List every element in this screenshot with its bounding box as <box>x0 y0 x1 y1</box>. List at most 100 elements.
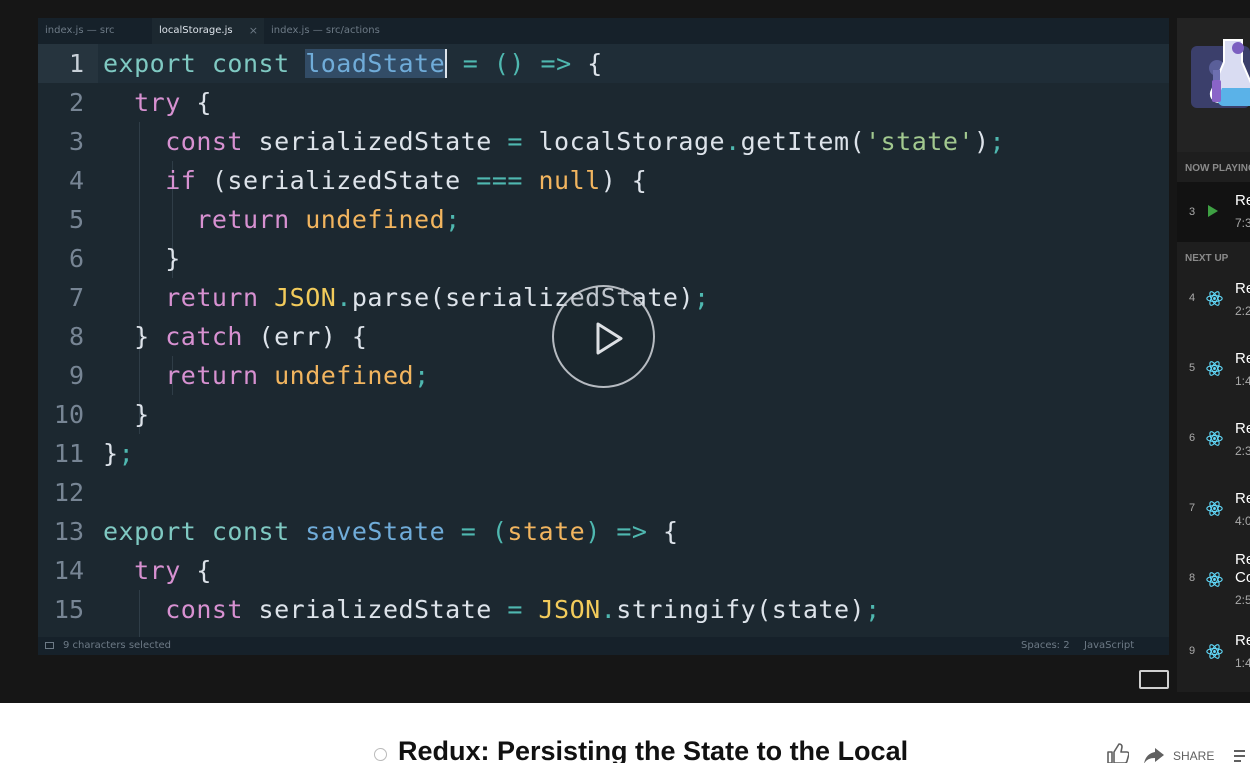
close-icon[interactable]: × <box>249 18 258 44</box>
play-button[interactable] <box>552 285 655 388</box>
line-number: 13 <box>53 517 84 546</box>
playlist-thumbnail[interactable] <box>1177 18 1250 152</box>
code-text: const serializedState = JSON.stringify(s… <box>165 595 881 624</box>
item-duration: 2:3 <box>1235 444 1250 458</box>
line-number: 14 <box>53 556 84 585</box>
playlist-item[interactable]: 9 Re 1:4 <box>1177 624 1250 692</box>
grammar-status[interactable]: JavaScript (Babel) <box>1084 637 1169 655</box>
code-text: return undefined; <box>165 361 430 390</box>
line-number: 10 <box>53 400 84 429</box>
flask-illustration-icon <box>1191 39 1250 108</box>
line-number: 15 <box>53 595 84 624</box>
item-title-line2: Co <box>1235 569 1250 586</box>
code-line: 4 if (serializedState === null) { <box>38 161 1169 200</box>
item-title: Re <box>1235 280 1250 297</box>
editor-tab-bar: index.js — src localStorage.js × index.js… <box>38 18 1169 44</box>
code-line: 10 } <box>38 395 1169 434</box>
code-text: }; <box>103 439 135 468</box>
line-number: 7 <box>68 283 84 312</box>
playlist-item[interactable]: 8 Re Co 2:5 <box>1177 550 1250 624</box>
share-button[interactable]: SHARE <box>1173 749 1214 763</box>
code-line: 5 return undefined; <box>38 200 1169 239</box>
item-title: Re <box>1235 420 1250 437</box>
item-title: Re <box>1235 632 1250 649</box>
tab-index-src[interactable]: index.js — src <box>38 18 152 44</box>
code-text: const serializedState = localStorage.get… <box>165 127 1006 156</box>
line-number: 4 <box>68 166 84 195</box>
code-text: } catch (err) { <box>103 322 368 351</box>
item-number: 5 <box>1189 362 1196 374</box>
item-title: Re <box>1235 551 1250 568</box>
next-up-label: NEXT UP <box>1185 253 1229 264</box>
code-line: 11}; <box>38 434 1169 473</box>
tab-label: localStorage.js <box>159 25 233 36</box>
react-logo-icon <box>1206 501 1223 516</box>
code-line: 3 const serializedState = localStorage.g… <box>38 122 1169 161</box>
line-number: 5 <box>68 205 84 234</box>
code-text: } <box>103 400 150 429</box>
line-number: 6 <box>68 244 84 273</box>
code-line: 15 const serializedState = JSON.stringif… <box>38 590 1169 629</box>
code-text: export const loadState = () => { <box>103 49 603 78</box>
react-logo-icon <box>1206 291 1223 306</box>
now-playing-item[interactable]: 3 Re 7:3 <box>1177 182 1250 242</box>
complete-radio[interactable] <box>374 748 387 761</box>
code-text: try { <box>134 88 212 117</box>
code-text: } <box>103 244 181 273</box>
line-number: 3 <box>68 127 84 156</box>
selection-status: 9 characters selected <box>63 640 172 651</box>
item-title: Re <box>1235 350 1250 367</box>
line-number: 2 <box>68 88 84 117</box>
line-number: 11 <box>53 439 84 468</box>
tab-index-actions[interactable]: index.js — src/actions <box>264 18 414 44</box>
theater-mode-button[interactable] <box>1139 670 1169 689</box>
playlist-item[interactable]: 7 Re 4:0 <box>1177 480 1250 548</box>
code-text: export const saveState = (state) => { <box>103 517 679 546</box>
code-text: return undefined; <box>196 205 461 234</box>
react-logo-icon <box>1206 572 1223 587</box>
code-line: 12 <box>38 473 1169 512</box>
playlist-panel: NOW PLAYING 3 Re 7:3 NEXT UP 4 Re 2:2 5 … <box>1177 18 1250 692</box>
item-number: 6 <box>1189 432 1196 444</box>
code-text: if (serializedState === null) { <box>165 166 648 195</box>
tab-label: index.js — src/actions <box>271 25 380 36</box>
item-number: 8 <box>1189 572 1196 584</box>
code-line: 14 try { <box>38 551 1169 590</box>
code-line: 6 } <box>38 239 1169 278</box>
item-duration: 1:4 <box>1235 374 1250 388</box>
react-logo-icon <box>1206 361 1223 376</box>
code-text: try { <box>134 556 212 585</box>
video-title: Redux: Persisting the State to the Local <box>398 736 909 763</box>
line-number: 12 <box>53 478 84 507</box>
indent-status[interactable]: Spaces: 2 <box>1021 637 1070 655</box>
item-number: 3 <box>1189 206 1196 218</box>
line-number: 9 <box>68 361 84 390</box>
playlist-add-icon[interactable] <box>1234 749 1250 763</box>
editor-status-bar: 9 characters selected Spaces: 2 JavaScri… <box>38 637 1169 655</box>
video-info-bar: Redux: Persisting the State to the Local… <box>0 703 1250 763</box>
thumbs-up-icon[interactable] <box>1107 743 1129 763</box>
tab-label: index.js — src <box>45 25 115 36</box>
line-number: 8 <box>68 322 84 351</box>
tab-localstorage[interactable]: localStorage.js × <box>152 18 264 44</box>
item-number: 9 <box>1189 645 1196 657</box>
playlist-item[interactable]: 5 Re 1:4 <box>1177 340 1250 408</box>
code-line: 2 try { <box>38 83 1169 122</box>
video-player[interactable]: index.js — src localStorage.js × index.js… <box>0 0 1250 703</box>
playlist-item[interactable]: 6 Re 2:3 <box>1177 410 1250 478</box>
code-line: 1 export const loadState = () => { <box>38 44 1169 83</box>
item-duration: 2:5 <box>1235 593 1250 607</box>
item-number: 7 <box>1189 502 1196 514</box>
react-logo-icon <box>1206 644 1223 659</box>
item-duration: 2:2 <box>1235 304 1250 318</box>
play-icon <box>596 322 623 355</box>
playlist-item[interactable]: 4 Re 2:2 <box>1177 270 1250 338</box>
share-icon[interactable] <box>1143 747 1165 763</box>
play-indicator-icon <box>1208 205 1218 217</box>
panel-icon[interactable] <box>45 642 54 649</box>
react-logo-icon <box>1206 431 1223 446</box>
item-title: Re <box>1235 192 1250 209</box>
now-playing-label: NOW PLAYING <box>1185 163 1250 174</box>
code-line: 13 export const saveState = (state) => { <box>38 512 1169 551</box>
item-duration: 1:4 <box>1235 656 1250 670</box>
